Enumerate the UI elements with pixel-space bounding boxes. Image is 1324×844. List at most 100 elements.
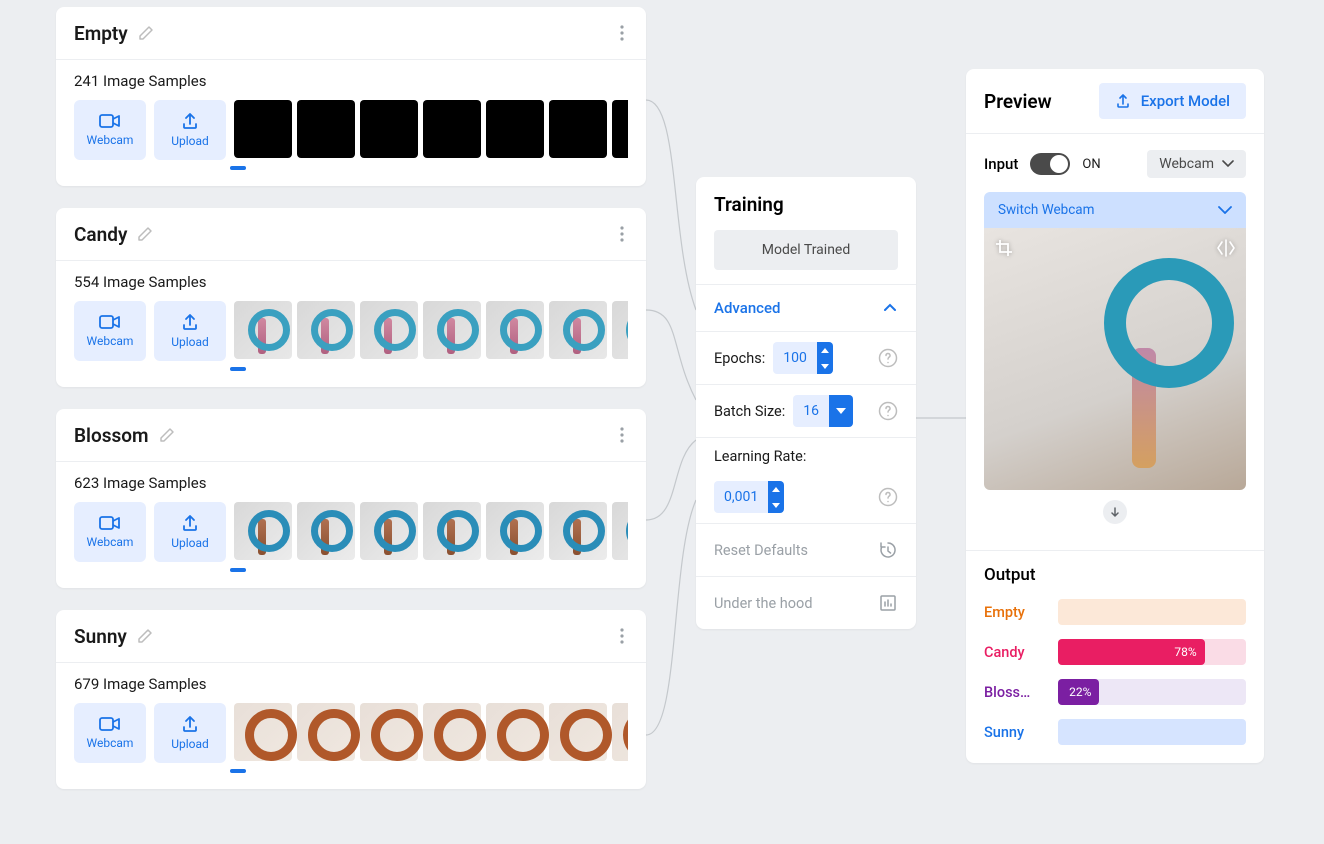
sample-thumbnail[interactable]: [486, 301, 544, 359]
sample-thumbnail[interactable]: [360, 703, 418, 761]
help-icon[interactable]: [878, 487, 898, 507]
bar-chart-icon: [878, 593, 898, 613]
upload-button[interactable]: Upload: [154, 301, 226, 361]
prediction-label: Candy: [984, 644, 1044, 661]
preview-panel: Preview Export Model Input ON Webcam Swi…: [966, 69, 1264, 763]
sample-thumbnail[interactable]: [486, 703, 544, 761]
lr-increment[interactable]: [768, 481, 784, 497]
sample-thumbnail[interactable]: [423, 100, 481, 158]
class-title: Sunny: [74, 625, 127, 648]
sample-thumbnail[interactable]: [297, 301, 355, 359]
export-icon: [1115, 93, 1131, 109]
under-the-hood-button[interactable]: Under the hood: [696, 577, 916, 629]
pencil-icon[interactable]: [137, 226, 153, 242]
sample-thumbnail[interactable]: [360, 502, 418, 560]
sample-thumbnail[interactable]: [297, 703, 355, 761]
sample-thumbnail[interactable]: [423, 502, 481, 560]
pencil-icon[interactable]: [159, 427, 175, 443]
upload-icon: [181, 715, 199, 733]
train-model-button[interactable]: Model Trained: [714, 230, 898, 270]
epochs-input[interactable]: 100: [773, 342, 833, 374]
input-source-select[interactable]: Webcam: [1147, 150, 1246, 178]
webcam-button[interactable]: Webcam: [74, 100, 146, 160]
prediction-bar: 22%: [1058, 679, 1246, 705]
video-icon: [99, 515, 121, 531]
sample-thumbnail[interactable]: [234, 502, 292, 560]
video-icon: [99, 716, 121, 732]
upload-icon: [181, 313, 199, 331]
training-panel: Training Model Trained Advanced Epochs: …: [696, 177, 916, 629]
webcam-button[interactable]: Webcam: [74, 301, 146, 361]
sample-thumbnail[interactable]: [234, 703, 292, 761]
upload-button[interactable]: Upload: [154, 703, 226, 763]
prediction-bar: 78%: [1058, 639, 1246, 665]
sample-count: 241 Image Samples: [74, 72, 628, 90]
kebab-menu-icon[interactable]: [616, 423, 628, 447]
scroll-indicator: [230, 166, 246, 170]
switch-webcam-button[interactable]: Switch Webcam: [984, 192, 1246, 228]
reset-defaults-button[interactable]: Reset Defaults: [696, 524, 916, 576]
help-icon[interactable]: [878, 348, 898, 368]
class-card: Sunny 679 Image Samples Webcam Upload: [56, 610, 646, 789]
sample-thumbnail[interactable]: [612, 703, 628, 761]
sample-thumbnail[interactable]: [612, 301, 628, 359]
sample-thumbnail[interactable]: [360, 301, 418, 359]
kebab-menu-icon[interactable]: [616, 624, 628, 648]
chevron-down-icon: [1218, 206, 1232, 214]
video-icon: [99, 113, 121, 129]
pencil-icon[interactable]: [138, 25, 154, 41]
preview-title: Preview: [984, 90, 1052, 113]
history-icon: [878, 540, 898, 560]
sample-thumbnail[interactable]: [549, 502, 607, 560]
sample-thumbnail[interactable]: [612, 100, 628, 158]
sample-thumbnail[interactable]: [423, 703, 481, 761]
input-toggle[interactable]: [1030, 153, 1070, 175]
batch-size-select[interactable]: 16: [793, 395, 853, 427]
upload-button[interactable]: Upload: [154, 100, 226, 160]
batch-size-row: Batch Size: 16: [696, 385, 916, 437]
sample-thumbnail[interactable]: [486, 100, 544, 158]
crop-icon[interactable]: [994, 238, 1014, 258]
sample-count: 554 Image Samples: [74, 273, 628, 291]
upload-button[interactable]: Upload: [154, 502, 226, 562]
flip-icon[interactable]: [1216, 238, 1236, 258]
sample-thumbnail[interactable]: [549, 100, 607, 158]
class-title: Blossom: [74, 424, 149, 447]
export-model-button[interactable]: Export Model: [1099, 83, 1246, 119]
training-title: Training: [696, 177, 916, 230]
sample-thumbnail[interactable]: [360, 100, 418, 158]
epochs-decrement[interactable]: [817, 358, 833, 374]
caret-down-icon: [829, 395, 853, 427]
prediction-label: Sunny: [984, 724, 1044, 741]
sample-thumbnail[interactable]: [234, 100, 292, 158]
pencil-icon[interactable]: [137, 628, 153, 644]
class-title: Candy: [74, 223, 127, 246]
sample-thumbnail[interactable]: [549, 703, 607, 761]
sample-thumbnail[interactable]: [549, 301, 607, 359]
webcam-button[interactable]: Webcam: [74, 703, 146, 763]
sample-thumbnail[interactable]: [423, 301, 481, 359]
kebab-menu-icon[interactable]: [616, 21, 628, 45]
sample-thumbnail[interactable]: [486, 502, 544, 560]
chevron-down-icon: [1222, 160, 1234, 168]
prediction-bar: [1058, 719, 1246, 745]
prediction-label: Empty: [984, 604, 1044, 621]
kebab-menu-icon[interactable]: [616, 222, 628, 246]
learning-rate-input[interactable]: 0,001: [714, 481, 784, 513]
advanced-toggle[interactable]: Advanced: [696, 285, 916, 331]
sample-count: 679 Image Samples: [74, 675, 628, 693]
sample-thumbnail[interactable]: [234, 301, 292, 359]
sample-count: 623 Image Samples: [74, 474, 628, 492]
epochs-increment[interactable]: [817, 342, 833, 358]
sample-thumbnail[interactable]: [612, 502, 628, 560]
class-card: Blossom 623 Image Samples Webcam Upload: [56, 409, 646, 588]
sample-thumbnail[interactable]: [297, 100, 355, 158]
webcam-button[interactable]: Webcam: [74, 502, 146, 562]
sample-thumbnail[interactable]: [297, 502, 355, 560]
lr-decrement[interactable]: [768, 497, 784, 513]
video-icon: [99, 314, 121, 330]
help-icon[interactable]: [878, 401, 898, 421]
batch-size-label: Batch Size:: [714, 403, 785, 420]
learning-rate-label: Learning Rate:: [714, 448, 898, 465]
upload-icon: [181, 514, 199, 532]
